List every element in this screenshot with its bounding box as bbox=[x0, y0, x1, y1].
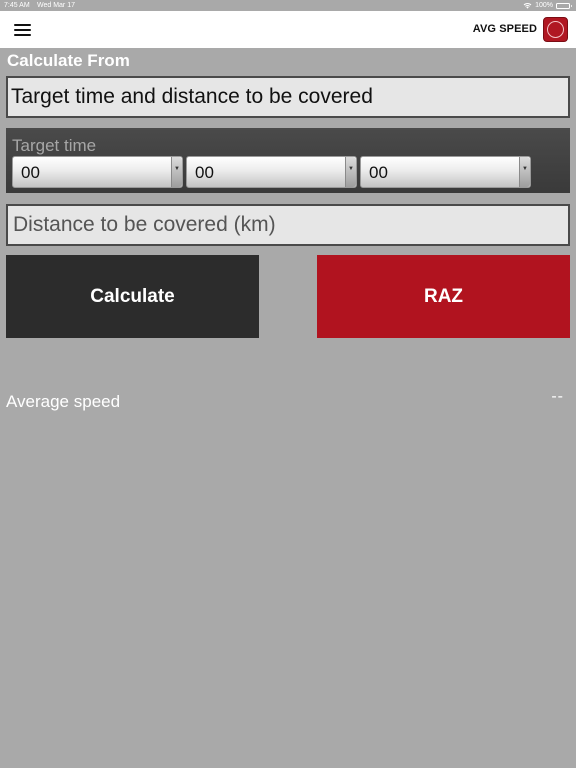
calculate-from-header: Calculate From bbox=[7, 51, 130, 70]
status-time: 7:45 AM bbox=[4, 2, 30, 9]
hours-picker[interactable]: 00 ▼ bbox=[12, 156, 183, 188]
status-indicators: 100% bbox=[523, 0, 572, 11]
hours-value: 00 bbox=[21, 163, 40, 182]
battery-icon bbox=[556, 2, 572, 9]
calculate-button[interactable]: Calculate bbox=[6, 255, 259, 338]
distance-input[interactable] bbox=[13, 206, 568, 244]
wifi-icon bbox=[523, 3, 532, 9]
minutes-value: 00 bbox=[195, 163, 214, 182]
average-speed-value: -- bbox=[551, 388, 564, 405]
reset-button[interactable]: RAZ bbox=[317, 255, 570, 338]
seconds-picker[interactable]: 00 ▼ bbox=[360, 156, 531, 188]
dropdown-arrow-icon: ▼ bbox=[345, 157, 356, 187]
distance-field[interactable] bbox=[6, 204, 570, 246]
page-title: AVG SPEED bbox=[472, 23, 537, 35]
app-logo-icon bbox=[543, 17, 568, 42]
status-bar: 7:45 AM Wed Mar 17 100% bbox=[0, 0, 576, 11]
battery-percent: 100% bbox=[535, 2, 553, 9]
calculation-mode-select[interactable]: Target time and distance to be covered bbox=[6, 76, 570, 118]
minutes-picker[interactable]: 00 ▼ bbox=[186, 156, 357, 188]
seconds-value: 00 bbox=[369, 163, 388, 182]
status-date: Wed Mar 17 bbox=[37, 2, 75, 9]
dropdown-arrow-icon: ▼ bbox=[519, 157, 530, 187]
average-speed-label: Average speed bbox=[6, 392, 121, 411]
target-time-label: Target time bbox=[12, 136, 97, 155]
dropdown-arrow-icon: ▼ bbox=[171, 157, 182, 187]
speedometer-icon bbox=[547, 21, 564, 38]
nav-bar: AVG SPEED bbox=[0, 11, 576, 48]
target-time-panel: Target time 00 ▼ 00 ▼ 00 ▼ bbox=[6, 128, 570, 193]
hamburger-menu-icon[interactable] bbox=[14, 24, 31, 36]
